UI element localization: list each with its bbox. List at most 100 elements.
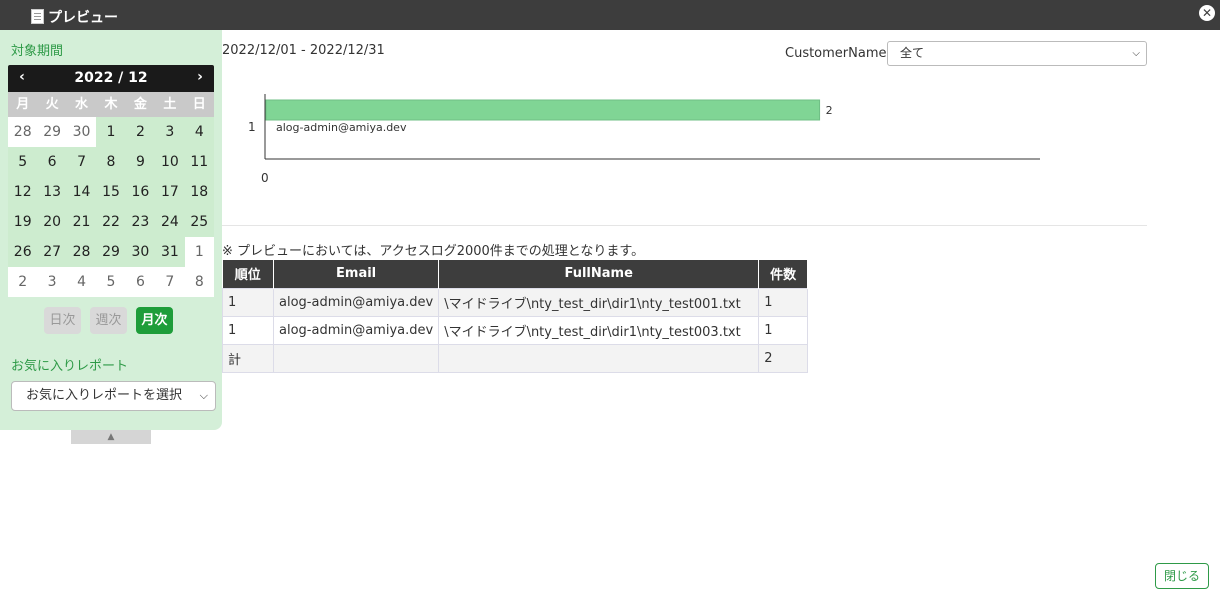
calendar-day[interactable]: 4: [184, 117, 214, 147]
calendar-day-other-month[interactable]: 30: [66, 117, 97, 147]
chart-bar: [265, 99, 821, 121]
chevron-down-icon: ⌵: [1132, 48, 1140, 59]
calendar-day-other-month[interactable]: 5: [96, 267, 126, 297]
bar-value-label: 2: [826, 104, 833, 117]
calendar-day[interactable]: 23: [125, 207, 156, 237]
calendar-grid: 月火水木金土日 28 29 30 1 2 3 4 5 6 7 8 9 10 11 12 13 14 15 16 17 18…: [8, 92, 214, 297]
filter-panel: 対象期間 ‹ 2022 / 12 › 月火水木金土日 28 29 30 1 2 3 4 5 6 7 8…: [0, 30, 222, 430]
calendar-day[interactable]: 10: [155, 147, 185, 177]
header-fullname[interactable]: FullName: [438, 260, 760, 288]
calendar-day-other-month[interactable]: 7: [155, 267, 185, 297]
header-rank[interactable]: 順位: [222, 260, 274, 288]
calendar-day[interactable]: 13: [37, 177, 67, 207]
processing-note: ※ プレビューにおいては、アクセスログ2000件までの処理となります。: [222, 244, 645, 259]
cell-fullname: \マイドライブ\nty_test_dir\dir1\nty_test003.tx…: [438, 315, 760, 345]
cell-rank: 1: [222, 315, 274, 345]
calendar-day-other-month[interactable]: 6: [125, 267, 156, 297]
cell-total-count: 2: [758, 343, 809, 373]
calendar-day-other-month[interactable]: 3: [37, 267, 67, 297]
favorites-label: お気に入りレポート: [11, 359, 129, 374]
calendar-day[interactable]: 3: [155, 117, 185, 147]
daily-button[interactable]: 日次: [44, 307, 81, 334]
calendar-day[interactable]: 20: [37, 207, 67, 237]
results-table: 順位 Email FullName 件数 1 alog-admin@amiya.…: [222, 260, 809, 373]
window-title: プレビュー: [48, 10, 118, 26]
document-icon: [31, 9, 44, 24]
calendar-day-other-month[interactable]: 8: [184, 267, 214, 297]
calendar-day[interactable]: 15: [96, 177, 126, 207]
cell-email: alog-admin@amiya.dev: [272, 287, 440, 317]
calendar-month: 2022 / 12: [74, 70, 148, 86]
customer-name-label: CustomerName: [785, 46, 887, 61]
table-total-row: 計 2: [222, 343, 809, 373]
table-row: 1 alog-admin@amiya.dev \マイドライブ\nty_test_…: [222, 287, 809, 317]
x-tick-label: 0: [261, 171, 269, 185]
calendar-day[interactable]: 29: [96, 237, 126, 267]
category-label: 1: [248, 120, 256, 134]
calendar-day[interactable]: 24: [155, 207, 185, 237]
calendar-day[interactable]: 16: [125, 177, 156, 207]
calendar-day[interactable]: 21: [66, 207, 97, 237]
cell-empty: [272, 343, 440, 373]
weekly-button[interactable]: 週次: [90, 307, 127, 334]
favorites-select-value: お気に入りレポートを選択: [26, 388, 183, 403]
weekday-header: 月: [8, 92, 38, 117]
calendar-day[interactable]: 17: [155, 177, 185, 207]
calendar-day[interactable]: 12: [8, 177, 38, 207]
header-email[interactable]: Email: [273, 260, 440, 288]
category-sublabel: alog-admin@amiya.dev: [276, 121, 407, 134]
weekday-header: 木: [96, 92, 126, 117]
cell-count: 1: [758, 315, 809, 345]
calendar-header: ‹ 2022 / 12 ›: [8, 65, 214, 92]
divider: [222, 225, 1147, 226]
period-label: 対象期間: [11, 44, 64, 59]
chevron-down-icon: ⌵: [199, 389, 208, 402]
period-buttons: 日次 週次 月次: [44, 307, 173, 334]
calendar: ‹ 2022 / 12 › 月火水木金土日 28 29 30 1 2 3 4 5 6 7 8 9 10 11…: [8, 65, 214, 297]
collapse-panel-button[interactable]: ▲: [71, 430, 151, 444]
calendar-day-other-month[interactable]: 28: [8, 117, 38, 147]
calendar-day[interactable]: 26: [8, 237, 38, 267]
close-icon[interactable]: ✕: [1199, 5, 1215, 21]
header-count[interactable]: 件数: [758, 260, 809, 288]
calendar-day[interactable]: 25: [184, 207, 214, 237]
calendar-day[interactable]: 28: [66, 237, 97, 267]
calendar-day[interactable]: 30: [125, 237, 156, 267]
access-count-chart: 2 1 alog-admin@amiya.dev 0: [248, 94, 1040, 185]
weekday-header: 火: [37, 92, 67, 117]
calendar-day[interactable]: 9: [125, 147, 156, 177]
weekday-header: 土: [155, 92, 185, 117]
next-month-icon[interactable]: ›: [191, 69, 209, 85]
cell-rank: 1: [222, 287, 274, 317]
cell-total-label: 計: [222, 343, 274, 373]
calendar-day[interactable]: 19: [8, 207, 38, 237]
calendar-day-other-month[interactable]: 1: [184, 237, 214, 267]
calendar-day[interactable]: 2: [125, 117, 156, 147]
calendar-day[interactable]: 14: [66, 177, 97, 207]
calendar-day-other-month[interactable]: 29: [37, 117, 67, 147]
calendar-day[interactable]: 31: [155, 237, 185, 267]
calendar-day-other-month[interactable]: 4: [66, 267, 97, 297]
cell-count: 1: [758, 287, 809, 317]
table-row: 1 alog-admin@amiya.dev \マイドライブ\nty_test_…: [222, 315, 809, 345]
monthly-button[interactable]: 月次: [136, 307, 173, 334]
favorites-select[interactable]: お気に入りレポートを選択 ⌵: [11, 381, 216, 411]
calendar-day[interactable]: 8: [96, 147, 126, 177]
calendar-day[interactable]: 22: [96, 207, 126, 237]
cell-empty: [438, 343, 760, 373]
calendar-day[interactable]: 7: [66, 147, 97, 177]
date-range: 2022/12/01 - 2022/12/31: [222, 43, 385, 58]
customer-name-select[interactable]: 全て ⌵: [887, 41, 1147, 66]
calendar-day[interactable]: 6: [37, 147, 67, 177]
cell-email: alog-admin@amiya.dev: [272, 315, 440, 345]
calendar-day[interactable]: 5: [8, 147, 38, 177]
title-bar: プレビュー ✕: [0, 0, 1220, 30]
cell-fullname: \マイドライブ\nty_test_dir\dir1\nty_test001.tx…: [438, 287, 760, 317]
calendar-day[interactable]: 27: [37, 237, 67, 267]
calendar-day[interactable]: 11: [184, 147, 214, 177]
table-header-row: 順位 Email FullName 件数: [222, 260, 809, 288]
calendar-day[interactable]: 1: [96, 117, 126, 147]
close-button[interactable]: 閉じる: [1155, 563, 1209, 589]
calendar-day-other-month[interactable]: 2: [8, 267, 38, 297]
calendar-day[interactable]: 18: [184, 177, 214, 207]
